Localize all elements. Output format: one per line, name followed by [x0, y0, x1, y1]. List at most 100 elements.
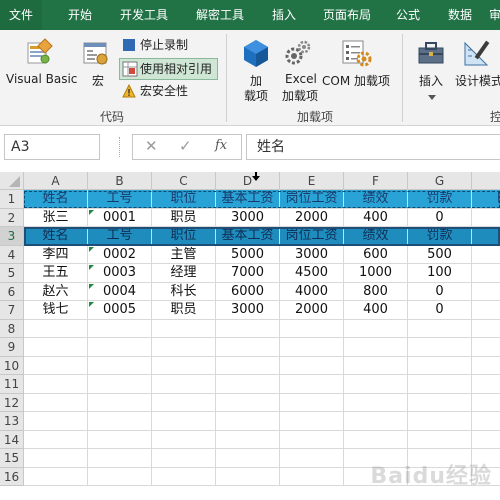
- cell[interactable]: [408, 338, 472, 357]
- column-header-c[interactable]: C: [152, 172, 216, 190]
- addins-icon[interactable]: [241, 38, 271, 71]
- row-header[interactable]: 7: [0, 301, 24, 320]
- cell[interactable]: 绩效: [344, 190, 408, 209]
- cell[interactable]: 2000: [280, 301, 344, 320]
- cell[interactable]: [408, 319, 472, 338]
- cell[interactable]: 800: [344, 282, 408, 301]
- row-header[interactable]: 2: [0, 208, 24, 227]
- row-header[interactable]: 14: [0, 430, 24, 449]
- cell[interactable]: [152, 375, 216, 394]
- cell[interactable]: 钱七: [24, 301, 88, 320]
- cell[interactable]: [216, 430, 280, 449]
- use-relative-references-button[interactable]: 使用相对引用: [140, 59, 212, 79]
- cell[interactable]: [88, 319, 152, 338]
- cell[interactable]: [24, 375, 88, 394]
- cancel-icon[interactable]: ✕: [145, 137, 158, 155]
- cell[interactable]: 7000: [216, 264, 280, 283]
- row-header[interactable]: 11: [0, 375, 24, 394]
- cell[interactable]: 5: [472, 264, 500, 283]
- cell[interactable]: [280, 356, 344, 375]
- cell[interactable]: [152, 449, 216, 468]
- cell[interactable]: [24, 393, 88, 412]
- column-header-h[interactable]: H: [472, 172, 500, 190]
- tab-formulas[interactable]: 公式: [388, 0, 428, 30]
- spreadsheet-grid[interactable]: A B C D E F G H 姓名工号职位基本工资岗位工资绩效罚款医张三000…: [0, 172, 500, 500]
- cell[interactable]: [152, 430, 216, 449]
- cell[interactable]: 姓名: [24, 190, 88, 209]
- cell[interactable]: [216, 449, 280, 468]
- cell[interactable]: [408, 356, 472, 375]
- com-addins-button[interactable]: COM 加载项: [322, 72, 390, 89]
- macros-icon[interactable]: [82, 40, 110, 71]
- cell[interactable]: 姓名: [24, 227, 88, 246]
- cell[interactable]: [408, 375, 472, 394]
- cell[interactable]: 3000: [280, 245, 344, 264]
- tab-file[interactable]: 文件: [0, 0, 42, 30]
- cell[interactable]: [216, 356, 280, 375]
- cell[interactable]: 0: [408, 208, 472, 227]
- cell[interactable]: 职位: [152, 227, 216, 246]
- cell[interactable]: 5000: [216, 245, 280, 264]
- cell[interactable]: 100: [408, 264, 472, 283]
- cell[interactable]: [152, 393, 216, 412]
- cell[interactable]: [280, 338, 344, 357]
- cell[interactable]: [152, 412, 216, 431]
- cell[interactable]: [24, 430, 88, 449]
- cell[interactable]: [344, 375, 408, 394]
- row-header[interactable]: 3: [0, 227, 24, 246]
- name-box[interactable]: A3: [4, 134, 100, 160]
- cell[interactable]: 0003: [88, 264, 152, 283]
- cell[interactable]: 岗位工资: [280, 190, 344, 209]
- cell[interactable]: [344, 412, 408, 431]
- cell[interactable]: [344, 356, 408, 375]
- cell[interactable]: 400: [344, 301, 408, 320]
- cell[interactable]: [88, 412, 152, 431]
- cell[interactable]: 6000: [216, 282, 280, 301]
- cell[interactable]: 2000: [280, 208, 344, 227]
- cell[interactable]: [280, 319, 344, 338]
- tab-home[interactable]: 开始: [58, 0, 102, 30]
- design-mode-button[interactable]: 设计模式: [455, 72, 500, 89]
- cell[interactable]: [24, 356, 88, 375]
- tab-developer[interactable]: 开发工具: [112, 0, 176, 30]
- cell[interactable]: 0: [408, 282, 472, 301]
- excel-addins-label-line2[interactable]: 加载项: [282, 87, 318, 104]
- cell[interactable]: 5: [472, 209, 500, 227]
- cell[interactable]: [88, 467, 152, 486]
- tab-insert[interactable]: 插入: [264, 0, 304, 30]
- cell[interactable]: 科长: [152, 282, 216, 301]
- cell[interactable]: [344, 393, 408, 412]
- cell[interactable]: [88, 449, 152, 468]
- cell[interactable]: [344, 319, 408, 338]
- cell[interactable]: [408, 412, 472, 431]
- cell[interactable]: [344, 338, 408, 357]
- row-header[interactable]: 8: [0, 319, 24, 338]
- cell[interactable]: 5: [472, 301, 500, 320]
- cell[interactable]: 工号: [88, 190, 152, 209]
- cell[interactable]: [88, 375, 152, 394]
- cell[interactable]: 李四: [24, 245, 88, 264]
- cell[interactable]: 罚款: [408, 190, 472, 209]
- cell[interactable]: 基本工资: [216, 190, 280, 209]
- column-header-g[interactable]: G: [408, 172, 472, 190]
- cell[interactable]: [472, 338, 500, 357]
- gear-icon[interactable]: [283, 38, 313, 71]
- cell[interactable]: [24, 338, 88, 357]
- cell[interactable]: 0005: [88, 301, 152, 320]
- chevron-down-icon[interactable]: [428, 90, 436, 104]
- row-header[interactable]: 5: [0, 264, 24, 283]
- column-header-d[interactable]: D: [216, 172, 280, 190]
- cell[interactable]: 4000: [280, 282, 344, 301]
- cell[interactable]: 经理: [152, 264, 216, 283]
- column-header-e[interactable]: E: [280, 172, 344, 190]
- cell[interactable]: [280, 449, 344, 468]
- cell[interactable]: [472, 394, 500, 412]
- row-header[interactable]: 16: [0, 467, 24, 486]
- row-header[interactable]: 1: [0, 190, 24, 209]
- cell[interactable]: [216, 338, 280, 357]
- cell[interactable]: [216, 393, 280, 412]
- cell[interactable]: [472, 375, 500, 394]
- tab-data[interactable]: 数据: [440, 0, 480, 30]
- cell[interactable]: 400: [344, 208, 408, 227]
- cell[interactable]: [280, 467, 344, 486]
